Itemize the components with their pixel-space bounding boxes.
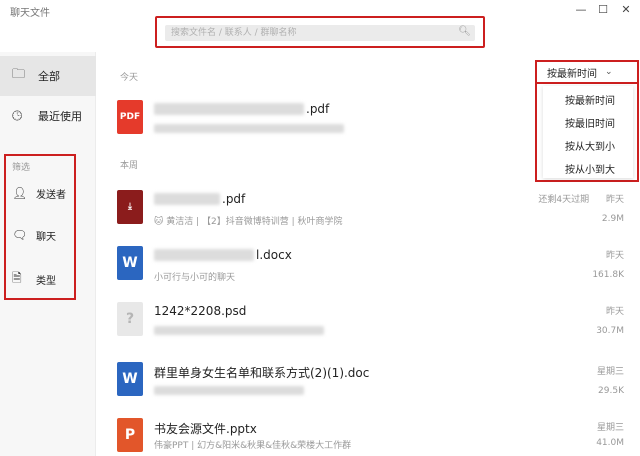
file-size: 161.8K bbox=[592, 270, 624, 280]
redacted-text bbox=[154, 103, 304, 115]
file-time: 昨天 bbox=[605, 195, 624, 205]
file-row[interactable]: W l.docx 小可行与小可的聊天 昨天 161.8K bbox=[110, 240, 630, 292]
file-source: 小可行与小可的聊天 bbox=[154, 273, 236, 283]
filter-label: 类型 bbox=[36, 275, 56, 287]
file-name: l.docx bbox=[256, 248, 292, 262]
redacted-text bbox=[154, 386, 304, 395]
redacted-text bbox=[154, 193, 220, 205]
sort-option-smallest[interactable]: 按从小到大 bbox=[543, 157, 633, 180]
expiry-notice: 还剩4天过期 bbox=[538, 195, 590, 205]
file-time: 星期三 bbox=[596, 423, 624, 433]
file-row[interactable]: W 群里单身女生名单和联系方式(2)(1).doc 星期三 29.5K bbox=[110, 356, 630, 408]
chat-bubble-icon: 🗨︎ bbox=[12, 228, 28, 242]
sidebar-item-recent[interactable]: 🕒︎ 最近使用 bbox=[0, 96, 96, 136]
unknown-file-icon: ? bbox=[117, 302, 143, 336]
sidebar-item-label: 全部 bbox=[38, 70, 60, 83]
sort-option-largest[interactable]: 按从大到小 bbox=[543, 134, 633, 157]
file-name: 群里单身女生名单和联系方式(2)(1).doc bbox=[154, 366, 370, 380]
file-size: 29.5K bbox=[598, 386, 624, 396]
person-icon: 👤︎ bbox=[12, 186, 28, 200]
sidebar-item-label: 最近使用 bbox=[38, 110, 82, 123]
close-button[interactable]: ✕ bbox=[615, 2, 637, 18]
filter-label: 发送者 bbox=[36, 189, 66, 201]
file-name: .pdf bbox=[306, 102, 330, 116]
document-icon: 🗎︎ bbox=[12, 270, 22, 285]
maximize-button[interactable]: ☐ bbox=[592, 2, 614, 18]
file-row[interactable]: ? 1242*2208.psd 昨天 30.7M bbox=[110, 296, 630, 348]
file-name: 书友会源文件.pptx bbox=[154, 422, 257, 436]
minimize-button[interactable]: — bbox=[570, 2, 592, 18]
redacted-text bbox=[154, 249, 254, 261]
search-bar[interactable]: 🔍︎ bbox=[165, 25, 475, 41]
file-row[interactable]: ⤓ .pdf 🐱 黄洁洁 | 【2】抖音微博特训营 | 秋叶商学院 还剩4天过期… bbox=[110, 184, 630, 236]
pdf-file-icon: PDF bbox=[117, 100, 143, 134]
file-size: 41.0M bbox=[596, 438, 624, 448]
file-time: 昨天 bbox=[605, 307, 624, 317]
word-file-icon: W bbox=[117, 246, 143, 280]
sidebar: 🗀︎ 全部 🕒︎ 最近使用 筛选 👤︎ 发送者 🗨︎ 聊天 🗎︎ 类型 bbox=[0, 52, 96, 456]
file-name: .pdf bbox=[222, 192, 246, 206]
redacted-text bbox=[154, 124, 344, 133]
search-icon[interactable]: 🔍︎ bbox=[458, 26, 471, 37]
file-time: 昨天 bbox=[605, 251, 624, 261]
search-highlight-box: 🔍︎ bbox=[155, 16, 485, 48]
file-time: 星期三 bbox=[596, 367, 624, 377]
section-today: 今天 bbox=[120, 73, 139, 83]
sort-menu: 按最新时间 按最旧时间 按从大到小 按从小到大 bbox=[543, 86, 633, 178]
clock-icon: 🕒︎ bbox=[12, 108, 23, 124]
redacted-text bbox=[154, 326, 324, 335]
filter-label: 聊天 bbox=[36, 231, 56, 243]
file-name: 1242*2208.psd bbox=[154, 304, 247, 318]
search-input[interactable] bbox=[165, 25, 475, 41]
filter-sender[interactable]: 👤︎ 发送者 bbox=[12, 180, 74, 206]
word-file-icon: W bbox=[117, 362, 143, 396]
sort-option-oldest[interactable]: 按最旧时间 bbox=[543, 111, 633, 134]
ppt-file-icon: P bbox=[117, 418, 143, 452]
pdf-download-icon: ⤓ bbox=[117, 190, 143, 224]
chevron-down-icon: ⌄ bbox=[605, 67, 613, 77]
window-title: 聊天文件 bbox=[10, 8, 50, 19]
file-source: 伟豪PPT | 幻方&阳米&秋果&佳秋&荣楼大工作群 bbox=[154, 441, 352, 451]
file-size: 2.9M bbox=[601, 214, 624, 224]
sidebar-item-all[interactable]: 🗀︎ 全部 bbox=[0, 56, 96, 96]
sort-dropdown-button[interactable]: 按最新时间 ⌄ bbox=[535, 60, 639, 82]
filter-section: 筛选 👤︎ 发送者 🗨︎ 聊天 🗎︎ 类型 bbox=[4, 154, 76, 300]
filter-type[interactable]: 🗎︎ 类型 bbox=[12, 266, 74, 292]
sort-option-newest[interactable]: 按最新时间 bbox=[543, 88, 633, 111]
file-row[interactable]: P 书友会源文件.pptx 伟豪PPT | 幻方&阳米&秋果&佳秋&荣楼大工作群… bbox=[110, 412, 630, 456]
filter-title: 筛选 bbox=[12, 163, 31, 173]
filter-chat[interactable]: 🗨︎ 聊天 bbox=[12, 222, 74, 248]
file-source: 🐱 黄洁洁 | 【2】抖音微博特训营 | 秋叶商学院 bbox=[154, 217, 343, 227]
file-size: 30.7M bbox=[596, 326, 624, 336]
section-this-week: 本周 bbox=[120, 161, 139, 171]
sort-current-label: 按最新时间 bbox=[547, 68, 597, 80]
folder-icon: 🗀︎ bbox=[12, 67, 26, 82]
sort-menu-highlight: 按最新时间 按最旧时间 按从大到小 按从小到大 bbox=[535, 82, 639, 182]
